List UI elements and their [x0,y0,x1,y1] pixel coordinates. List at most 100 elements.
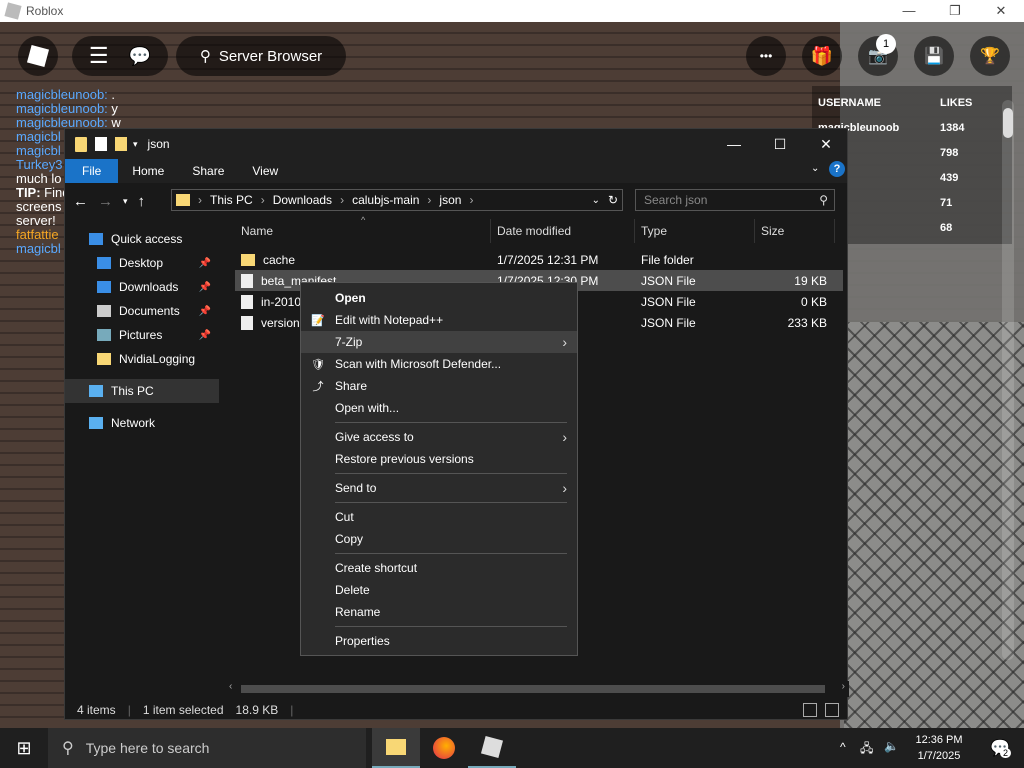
file-row[interactable]: cache 1/7/2025 12:31 PM File folder [235,249,843,270]
back-arrow-icon[interactable]: ← [73,193,88,210]
menu-item-edit-with-notepad[interactable]: 📝 Edit with Notepad++ [301,309,577,331]
menu-item-7-zip[interactable]: 7-Zip › [301,331,577,353]
search-input[interactable]: Search json ⚲ [635,189,835,211]
notification-center-button[interactable]: 💬 2 [976,728,1024,768]
menu-item-restore-previous-versions[interactable]: Restore previous versions [301,448,577,470]
nav-item-quick-access[interactable]: Quick access [65,227,219,251]
firefox-taskbar-button[interactable] [420,728,468,768]
folder-icon [176,194,190,206]
scroll-right-icon[interactable]: › [842,681,845,692]
chat-username[interactable]: magicbl [16,242,61,256]
chat-username[interactable]: TIP: [16,186,41,200]
expand-ribbon-icon[interactable]: ⌄ [811,163,819,174]
nav-item-nvidialogging[interactable]: NvidiaLogging [65,347,219,371]
chat-message: much lo [16,172,62,186]
menu-item-open[interactable]: Open [301,287,577,309]
breadcrumb-calubjs-main[interactable]: calubjs-main [352,193,419,207]
json-file-icon [241,273,253,288]
player-likes: 798 [940,146,959,159]
start-button[interactable]: ⊞ [0,728,48,768]
up-arrow-icon[interactable]: ↑ [138,193,146,210]
chat-username[interactable]: magicbl [16,144,61,158]
properties-icon[interactable] [95,137,107,151]
hamburger-menu-icon[interactable]: ☰ [89,43,109,69]
chat-username[interactable]: fatfattie [16,228,59,242]
menu-item-give-access-to[interactable]: Give access to › [301,426,577,448]
tab-share[interactable]: Share [178,159,238,183]
player-likes: 439 [940,171,959,184]
tab-file[interactable]: File [65,159,119,183]
menu-item-share[interactable]: ⤴ Share [301,375,577,397]
restore-button[interactable]: ❐ [932,0,978,22]
minimize-button[interactable]: — [711,129,757,159]
tab-home[interactable]: Home [118,159,178,183]
address-dropdown-icon[interactable]: ⌄ [592,195,600,206]
roblox-taskbar-button[interactable] [468,728,516,768]
column-date-modified[interactable]: Date modified [491,219,635,243]
scroll-left-icon[interactable]: ‹ [229,681,232,692]
close-button[interactable]: ✕ [803,129,849,159]
server-browser-button[interactable]: ⚲ Server Browser [176,36,346,76]
nav-item-this-pc[interactable]: This PC [65,379,219,403]
more-options-button[interactable]: ••• [746,36,786,76]
column-size[interactable]: Size [755,219,835,243]
breadcrumb-json[interactable]: json [439,193,461,207]
chat-username[interactable]: Turkey3 [16,158,62,172]
details-view-icon[interactable] [803,703,817,717]
network-status-icon[interactable]: 🖧 [860,739,873,760]
horizontal-scrollbar[interactable]: ‹ › [225,681,849,697]
nav-item-pictures[interactable]: Pictures 📌 [65,323,219,347]
minimize-button[interactable]: — [886,0,932,22]
nav-item-documents[interactable]: Documents 📌 [65,299,219,323]
breadcrumb-separator-icon: › [340,193,345,207]
menu-item-label: Properties [335,634,390,648]
show-hidden-icons-icon[interactable]: ^ [840,740,846,754]
menu-item-scan-with-microsoft-defender[interactable]: 🛡 Scan with Microsoft Defender... [301,353,577,375]
leaderboard-button[interactable]: 🏆 [970,36,1010,76]
scrollbar-thumb[interactable] [241,685,825,693]
notification-count: 2 [1000,748,1012,758]
chat-line: magicbleunoob: . [16,88,136,102]
chat-icon[interactable]: 💬 [129,46,151,67]
nav-item-desktop[interactable]: Desktop 📌 [65,251,219,275]
menu-item-properties[interactable]: Properties [301,630,577,652]
leaderboard-scrollbar[interactable] [1002,100,1014,660]
forward-arrow-icon[interactable]: → [98,193,113,210]
menu-item-copy[interactable]: Copy [301,528,577,550]
menu-item-send-to[interactable]: Send to › [301,477,577,499]
clock-time: 12:36 PM [915,734,963,746]
menu-item-rename[interactable]: Rename [301,601,577,623]
file-explorer-taskbar-button[interactable] [372,728,420,768]
menu-item-cut[interactable]: Cut [301,506,577,528]
chat-username[interactable]: magicbleunoob: [16,88,108,102]
nav-item-network[interactable]: Network [65,411,219,435]
breadcrumb-separator-icon: › [427,193,432,207]
system-clock[interactable]: 12:36 PM 1/7/2025 [904,732,974,764]
recent-locations-icon[interactable]: ▾ [123,196,128,207]
breadcrumb-downloads[interactable]: Downloads [273,193,332,207]
help-icon[interactable]: ? [829,161,845,177]
menu-item-open-with[interactable]: Open with... [301,397,577,419]
address-bar[interactable]: › This PC › Downloads › calubjs-main › j… [171,189,623,211]
breadcrumb-this-pc[interactable]: This PC [210,193,253,207]
tab-view[interactable]: View [238,159,292,183]
nav-item-downloads[interactable]: Downloads 📌 [65,275,219,299]
refresh-icon[interactable]: ↻ [608,193,618,207]
column-type[interactable]: Type [635,219,755,243]
volume-muted-icon[interactable]: 🔈 [884,739,899,753]
maximize-button[interactable]: ☐ [757,129,803,159]
gift-button[interactable]: 🎁 [802,36,842,76]
taskbar-search[interactable]: ⚲ Type here to search [48,728,366,768]
chat-username[interactable]: magicbleunoob: [16,102,108,116]
menu-item-create-shortcut[interactable]: Create shortcut [301,557,577,579]
chat-username[interactable]: magicbl [16,130,61,144]
pin-icon: 📌 [198,281,211,293]
quick-access-dropdown-icon[interactable]: ▾ [133,139,138,150]
menu-item-delete[interactable]: Delete [301,579,577,601]
large-icons-view-icon[interactable] [825,703,839,717]
roblox-menu-button[interactable] [18,36,58,76]
save-button[interactable]: 💾 [914,36,954,76]
close-button[interactable]: ✕ [978,0,1024,22]
file-name: cache [263,252,296,267]
new-folder-icon[interactable] [115,137,127,151]
